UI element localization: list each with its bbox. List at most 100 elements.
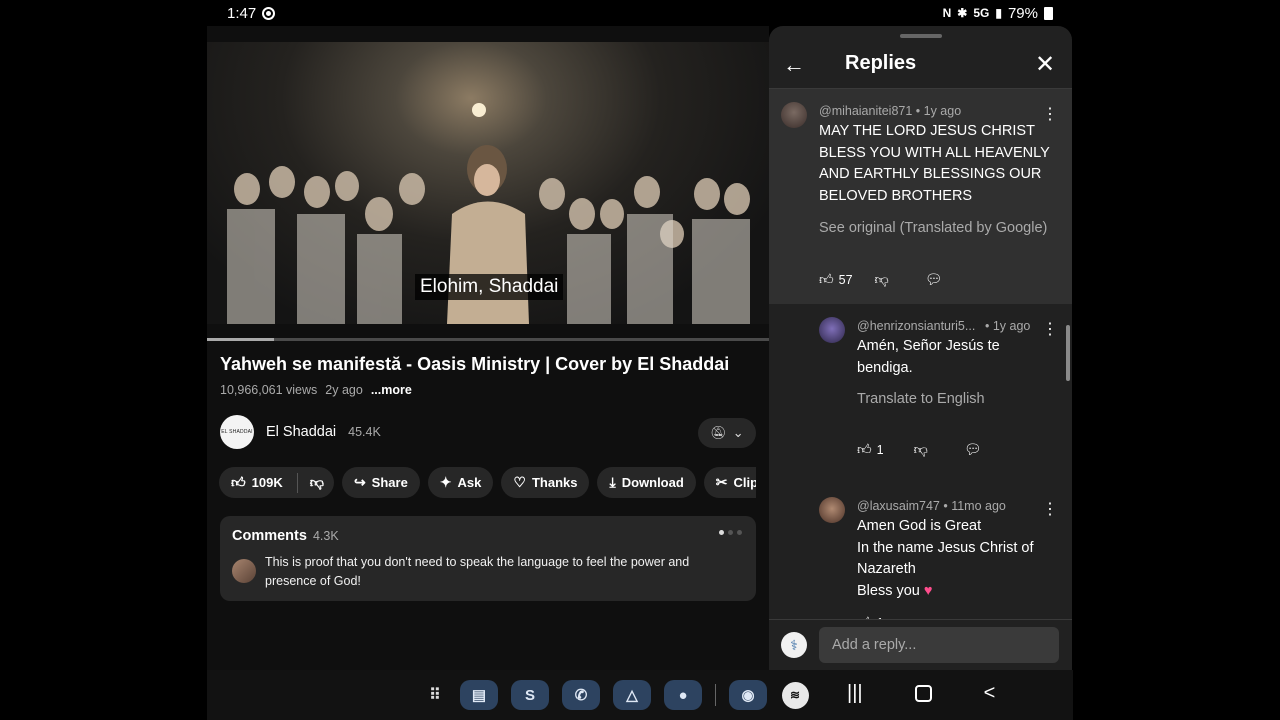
download-icon: ⤓ xyxy=(609,474,616,490)
camera-app-icon[interactable]: ◉ xyxy=(729,680,767,710)
heart-icon: ♥ xyxy=(923,582,933,599)
translate-link[interactable]: Translate to English xyxy=(857,391,985,407)
ask-button[interactable]: ✦ Ask xyxy=(427,467,494,498)
reply-line: Amen God is Great xyxy=(857,518,982,534)
battery-icon xyxy=(1044,6,1053,20)
reply-item: @laxusaim747 • 11mo ago ⋮ Amen God is Gr… xyxy=(769,484,1072,619)
chevron-down-icon: ⌄ xyxy=(732,425,744,440)
back-arrow-icon[interactable]: ← xyxy=(783,50,807,80)
download-button[interactable]: ⤓ Download xyxy=(597,467,696,498)
recents-icon[interactable]: ||| xyxy=(847,682,863,705)
thanks-label: Thanks xyxy=(531,475,578,490)
messages-app-icon[interactable]: ● xyxy=(664,680,702,710)
scissors-icon: ✂ xyxy=(715,474,728,490)
reply-author[interactable]: @henrizonsianturi5... xyxy=(857,319,975,333)
ask-label: Ask xyxy=(457,475,482,490)
reply-author[interactable]: @laxusaim747 • 11mo ago xyxy=(857,499,1006,513)
back-icon[interactable]: < xyxy=(984,682,996,705)
replies-list[interactable]: @henrizonsianturi5... • 1y ago ⋮ Amén, S… xyxy=(769,304,1072,619)
replies-title: Replies xyxy=(845,52,917,74)
status-bar: 1:47 N ✱ 5G ▮ 79% xyxy=(207,0,1073,26)
share-icon: ↪ xyxy=(353,474,366,490)
more-link[interactable]: ...more xyxy=(371,383,412,397)
thumbs-down-icon[interactable]: 👎︎ xyxy=(875,271,889,288)
comments-header: Comments 4.3K xyxy=(232,528,744,544)
replies-panel: ← Replies ✕ @mihaianitei871 • 1y ago ⋮ M… xyxy=(769,26,1072,670)
clip-button[interactable]: ✂ Clip xyxy=(703,467,756,498)
comments-teaser[interactable]: Comments 4.3K This is proof that you don… xyxy=(220,516,756,601)
comment-icon[interactable]: 💬︎ xyxy=(925,271,943,288)
comments-count: 4.3K xyxy=(312,529,339,543)
parent-actions: 👍︎ 57 👎︎ 💬︎ xyxy=(819,271,943,288)
docs-app-icon[interactable]: ▤ xyxy=(460,680,498,710)
share-button[interactable]: ↪ Share xyxy=(341,467,420,498)
reply-actions: 👍︎ 1 👎︎ 💬︎ xyxy=(857,441,982,458)
replies-header: ← Replies ✕ xyxy=(769,44,1072,88)
thanks-button[interactable]: ♡ Thanks xyxy=(501,467,590,498)
more-options-icon[interactable]: ⋮ xyxy=(1042,322,1058,338)
reply-item: @henrizonsianturi5... • 1y ago ⋮ Amén, S… xyxy=(769,304,1072,484)
thumbs-up-icon[interactable]: 👍︎ xyxy=(231,474,246,491)
parent-author[interactable]: @mihaianitei871 • 1y ago xyxy=(819,104,961,118)
watch-page: Elohim, Shaddai Yahweh se manifestă - Oa… xyxy=(207,26,769,670)
see-original-link[interactable]: See original (Translated by Google) xyxy=(819,220,1047,236)
app-dock: ⠿ ▤ S ✆ △ ● ◉ ≋ xyxy=(423,680,810,710)
reply-input[interactable] xyxy=(819,627,1059,663)
app-drawer-icon[interactable]: ⠿ xyxy=(423,680,447,710)
thumbs-down-icon[interactable]: 👎︎ xyxy=(310,474,324,491)
parent-avatar[interactable] xyxy=(781,102,807,128)
reply-line-wrap: Bless you ♥ xyxy=(857,581,1047,603)
commenter-avatar xyxy=(232,559,256,583)
reply-like-count: 1 xyxy=(876,442,884,457)
recording-icon xyxy=(262,6,276,20)
network-type: 5G xyxy=(973,6,990,20)
reply-avatar[interactable] xyxy=(819,497,845,523)
thumbs-up-icon[interactable]: 👍︎ xyxy=(819,271,834,288)
video-title[interactable]: Yahweh se manifestă - Oasis Ministry | C… xyxy=(220,354,729,375)
like-dislike-pill: 👍︎ 109K 👎︎ xyxy=(219,467,334,498)
action-bar: 👍︎ 109K 👎︎ ↪ Share ✦ Ask ♡ Thanks ⤓ Down… xyxy=(219,467,756,498)
system-nav: ||| < xyxy=(847,682,995,705)
download-label: Download xyxy=(621,475,684,490)
reply-text: Amen God is Great In the name Jesus Chri… xyxy=(857,516,1047,602)
super-thanks-icon: ♡ xyxy=(513,474,526,490)
carousel-dots xyxy=(719,530,742,535)
video-player[interactable]: Elohim, Shaddai xyxy=(207,42,769,324)
reply-composer: ⚕ xyxy=(769,619,1072,670)
channel-name[interactable]: El Shaddai xyxy=(266,424,336,440)
home-icon[interactable] xyxy=(914,685,932,702)
like-count[interactable]: 109K xyxy=(252,475,283,490)
drag-handle[interactable] xyxy=(900,34,942,38)
battery-percent: 79% xyxy=(1007,4,1038,22)
video-caption: Elohim, Shaddai xyxy=(415,274,564,300)
user-avatar: ⚕ xyxy=(781,632,807,658)
nfc-icon: N xyxy=(942,6,952,20)
shazam-app-icon[interactable]: S xyxy=(511,680,549,710)
parent-comment-text: MAY THE LORD JESUS CHRIST BLESS YOU WITH… xyxy=(819,123,1050,204)
clip-label: Clip xyxy=(733,475,756,490)
replies-scrollbar[interactable] xyxy=(1066,325,1070,381)
top-comment: This is proof that you don't need to spe… xyxy=(232,553,744,591)
reply-avatar[interactable] xyxy=(819,317,845,343)
close-icon[interactable]: ✕ xyxy=(1035,50,1055,80)
thumbs-down-icon[interactable]: 👎︎ xyxy=(914,441,928,458)
reply-age: • 1y ago xyxy=(985,319,1031,333)
channel-avatar-text: EL SHADDAI xyxy=(221,429,253,435)
status-time: 1:47 xyxy=(227,4,257,22)
phone-app-icon[interactable]: ✆ xyxy=(562,680,600,710)
drive-app-icon[interactable]: △ xyxy=(613,680,651,710)
comment-icon[interactable]: 💬︎ xyxy=(964,441,982,458)
parent-comment: @mihaianitei871 • 1y ago ⋮ MAY THE LORD … xyxy=(769,89,1072,304)
video-progress-bar[interactable] xyxy=(207,338,769,341)
reply-line: In the name Jesus Christ of Nazareth xyxy=(857,539,1034,578)
reply-line: Bless you xyxy=(857,582,920,599)
channel-avatar[interactable]: EL SHADDAI xyxy=(220,415,254,449)
notification-button[interactable]: 🔕︎ ⌄ xyxy=(698,418,756,448)
video-meta: 10,966,061 views 2y ago ...more xyxy=(220,383,412,397)
top-comment-text: This is proof that you don't need to spe… xyxy=(265,555,690,588)
signal-icon: ▮ xyxy=(995,6,1002,20)
navigation-bar: ⠿ ▤ S ✆ △ ● ◉ ≋ ||| < xyxy=(207,670,1073,720)
spotify-app-icon[interactable]: ≋ xyxy=(780,680,810,710)
thumbs-up-icon[interactable]: 👍︎ xyxy=(857,441,872,458)
channel-row: EL SHADDAI El Shaddai 45.4K xyxy=(220,415,381,449)
